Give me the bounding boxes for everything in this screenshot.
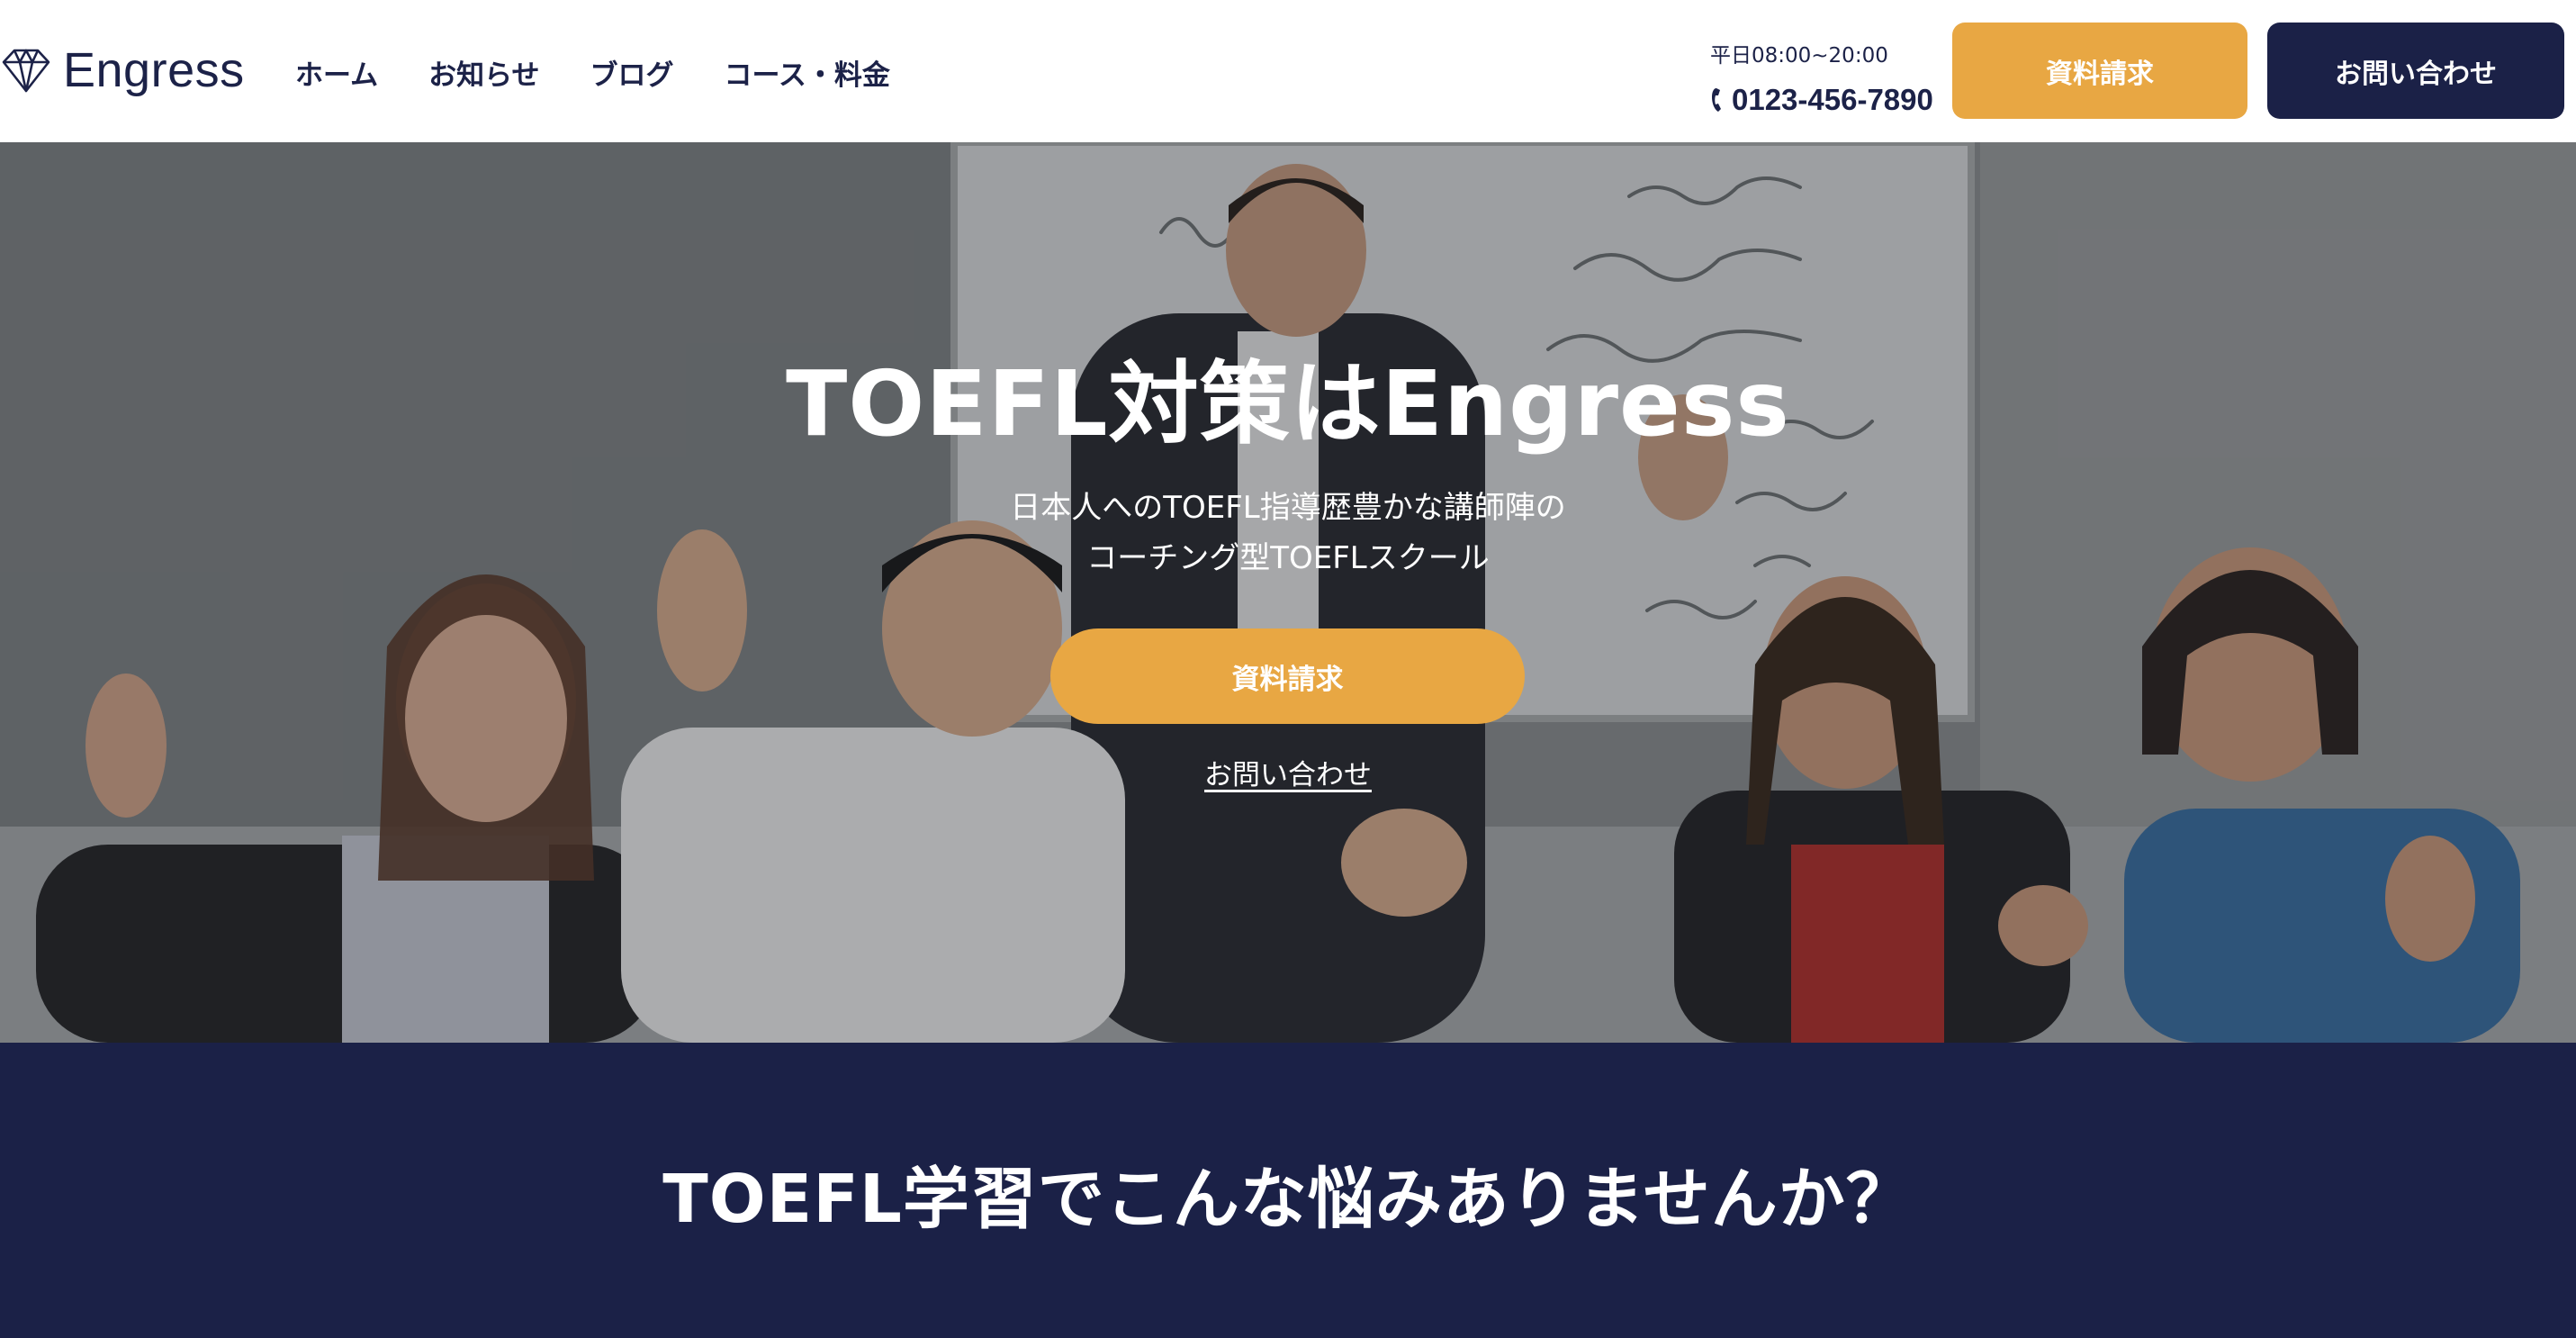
nav-home[interactable]: ホーム — [295, 52, 378, 93]
logo-link[interactable]: Engress — [0, 36, 245, 104]
contact-button[interactable]: お問い合わせ — [2267, 23, 2564, 119]
request-materials-button[interactable]: 資料請求 — [1952, 23, 2247, 119]
logo-text: Engress — [63, 43, 245, 97]
contact-info: 平日08:00~20:00 0123-456-7890 — [1710, 40, 1944, 117]
hero-subtitle-line-2: コーチング型TOEFLスクール — [1086, 540, 1490, 576]
hero-subtitle-line-1: 日本人へのTOEFL指導歴豊かな講師陣の — [1010, 490, 1566, 526]
hero-contact-link[interactable]: お問い合わせ — [1204, 759, 1372, 791]
phone-row[interactable]: 0123-456-7890 — [1710, 83, 1944, 117]
phone-icon — [1710, 86, 1728, 113]
business-hours: 平日08:00~20:00 — [1710, 44, 1888, 68]
concerns-section: TOEFL学習でこんな悩みありませんか？ — [0, 1043, 2576, 1338]
nav-blog[interactable]: ブログ — [590, 52, 673, 93]
diamond-icon — [0, 46, 52, 95]
concerns-heading: TOEFL学習でこんな悩みありませんか？ — [662, 1161, 1914, 1238]
nav-news[interactable]: お知らせ — [428, 52, 539, 93]
hero-contact-link-wrapper: お問い合わせ — [0, 753, 2576, 798]
hero-content: TOEFL対策はEngress 日本人へのTOEFL指導歴豊かな講師陣の コーチ… — [0, 142, 2576, 1043]
hero-request-materials-button[interactable]: 資料請求 — [1050, 628, 1525, 724]
hero-title: TOEFL対策はEngress — [786, 351, 1790, 457]
nav-courses-pricing[interactable]: コース・料金 — [724, 52, 889, 93]
main-nav: ホーム お知らせ ブログ コース・料金 — [295, 47, 890, 97]
hero-section: TOEFL対策はEngress 日本人へのTOEFL指導歴豊かな講師陣の コーチ… — [0, 142, 2576, 1043]
hero-subtitle: 日本人へのTOEFL指導歴豊かな講師陣の コーチング型TOEFLスクール — [0, 483, 2576, 583]
site-header: Engress ホーム お知らせ ブログ コース・料金 平日08:00~20:0… — [0, 0, 2576, 142]
phone-number[interactable]: 0123-456-7890 — [1732, 83, 1933, 117]
